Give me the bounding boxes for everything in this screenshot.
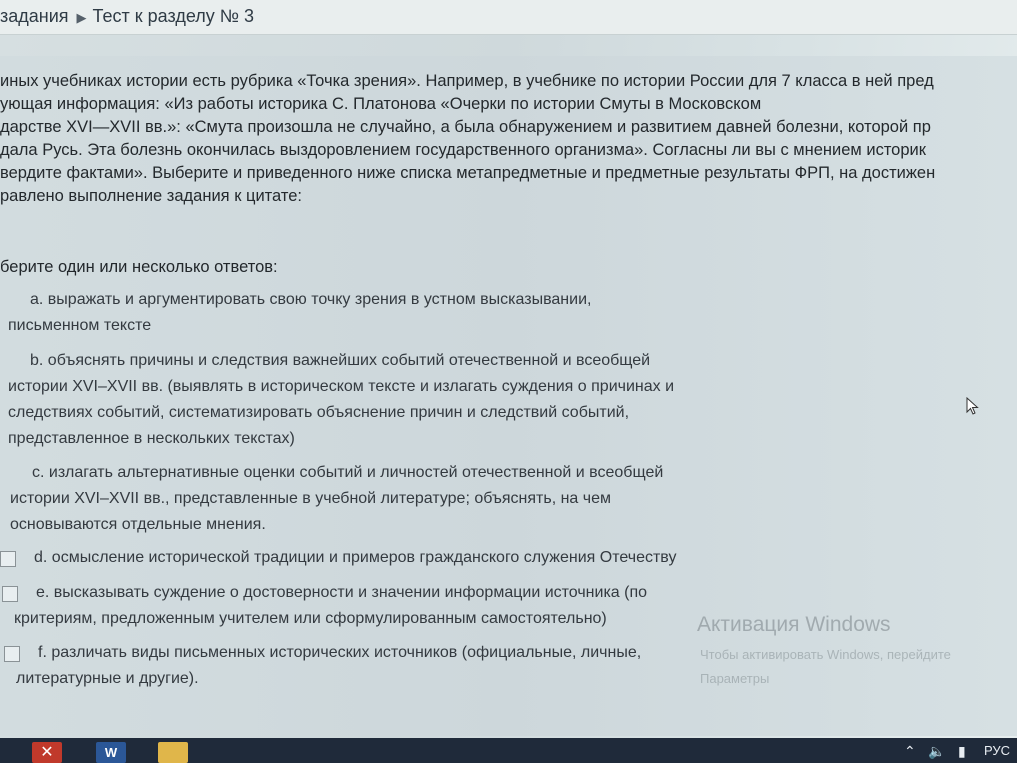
chevron-up-icon[interactable]: ⌃ [904, 743, 916, 760]
word-icon[interactable]: W [96, 742, 126, 763]
option-checkbox[interactable] [4, 646, 20, 662]
activation-watermark-text: Чтобы активировать Windows, перейдите Па… [700, 643, 951, 691]
breadcrumb-bar: задания ▶ Тест к разделу № 3 [0, 0, 1017, 35]
battery-icon[interactable]: ▮ [958, 743, 966, 760]
option-line: d. осмысление исторической традиции и пр… [34, 549, 677, 566]
option-line: основываются отдельные мнения. [10, 516, 266, 533]
breadcrumb: задания ▶ Тест к разделу № 3 [0, 6, 254, 27]
folder-icon[interactable] [158, 742, 188, 763]
option-checkbox[interactable] [0, 551, 16, 567]
question-line: дарстве XVI—XVII вв.»: «Смута произошла … [0, 118, 931, 136]
answer-option-c[interactable]: c. излагать альтернативные оценки событи… [6, 460, 663, 538]
breadcrumb-item-tasks[interactable]: задания [0, 6, 69, 26]
option-line: представленное в нескольких текстах) [8, 430, 295, 447]
answer-option-a[interactable]: a. выражать и аргументировать свою точку… [4, 287, 591, 339]
watermark-line: Чтобы активировать Windows, перейдите [700, 647, 951, 662]
option-line: a. выражать и аргументировать свою точку… [30, 291, 592, 308]
option-line: критериям, предложенным учителем или сфо… [14, 610, 607, 627]
mouse-cursor-icon [966, 397, 979, 415]
question-line: равлено выполнение задания к цитате: [0, 187, 302, 205]
answer-prompt: берите один или несколько ответов: [0, 258, 278, 276]
question-text: иных учебниках истории есть рубрика «Точ… [0, 70, 935, 208]
answer-option-e[interactable]: e. высказывать суждение о достоверности … [2, 580, 648, 632]
option-line: истории XVI–XVII вв. (выявлять в историч… [8, 378, 675, 395]
screen: задания ▶ Тест к разделу № 3 иных учебника… [0, 0, 1017, 763]
option-line: литературные и другие). [16, 670, 199, 687]
taskbar: ✕ W ⌃ 🔈 ▮ РУС [0, 738, 1017, 763]
answer-option-d[interactable]: d. осмысление исторической традиции и пр… [0, 545, 677, 571]
answer-option-b[interactable]: b. объяснять причины и следствия важнейш… [4, 348, 674, 452]
question-line: ующая информация: «Из работы историка С.… [0, 95, 762, 113]
breadcrumb-item-test[interactable]: Тест к разделу № 3 [93, 6, 255, 26]
question-line: иных учебниках истории есть рубрика «Точ… [0, 72, 934, 90]
watermark-line: Параметры [700, 671, 770, 686]
activation-watermark-title: Активация Windows [697, 613, 891, 636]
option-line: c. излагать альтернативные оценки событи… [32, 464, 664, 481]
word-icon-label: W [104, 745, 118, 760]
triangle-right-icon: ▶ [76, 10, 87, 25]
option-line: письменном тексте [8, 317, 152, 334]
language-indicator[interactable]: РУС [984, 743, 1010, 758]
option-line: b. объяснять причины и следствия важнейш… [30, 352, 651, 369]
answer-option-f[interactable]: f. различать виды письменных исторически… [4, 640, 642, 692]
option-checkbox[interactable] [2, 586, 18, 602]
speaker-icon[interactable]: 🔈 [928, 743, 945, 760]
option-line: e. высказывать суждение о достоверности … [36, 584, 648, 601]
option-line: истории XVI–XVII вв., представленные в у… [10, 490, 612, 507]
option-line: следствиях событий, систематизировать об… [8, 404, 630, 421]
question-line: дала Русь. Эта болезнь окончилась выздор… [0, 141, 926, 159]
question-line: вердите фактами». Выберите и приведенног… [0, 164, 936, 182]
option-line: f. различать виды письменных исторически… [38, 644, 642, 661]
close-app-icon[interactable]: ✕ [32, 742, 62, 763]
